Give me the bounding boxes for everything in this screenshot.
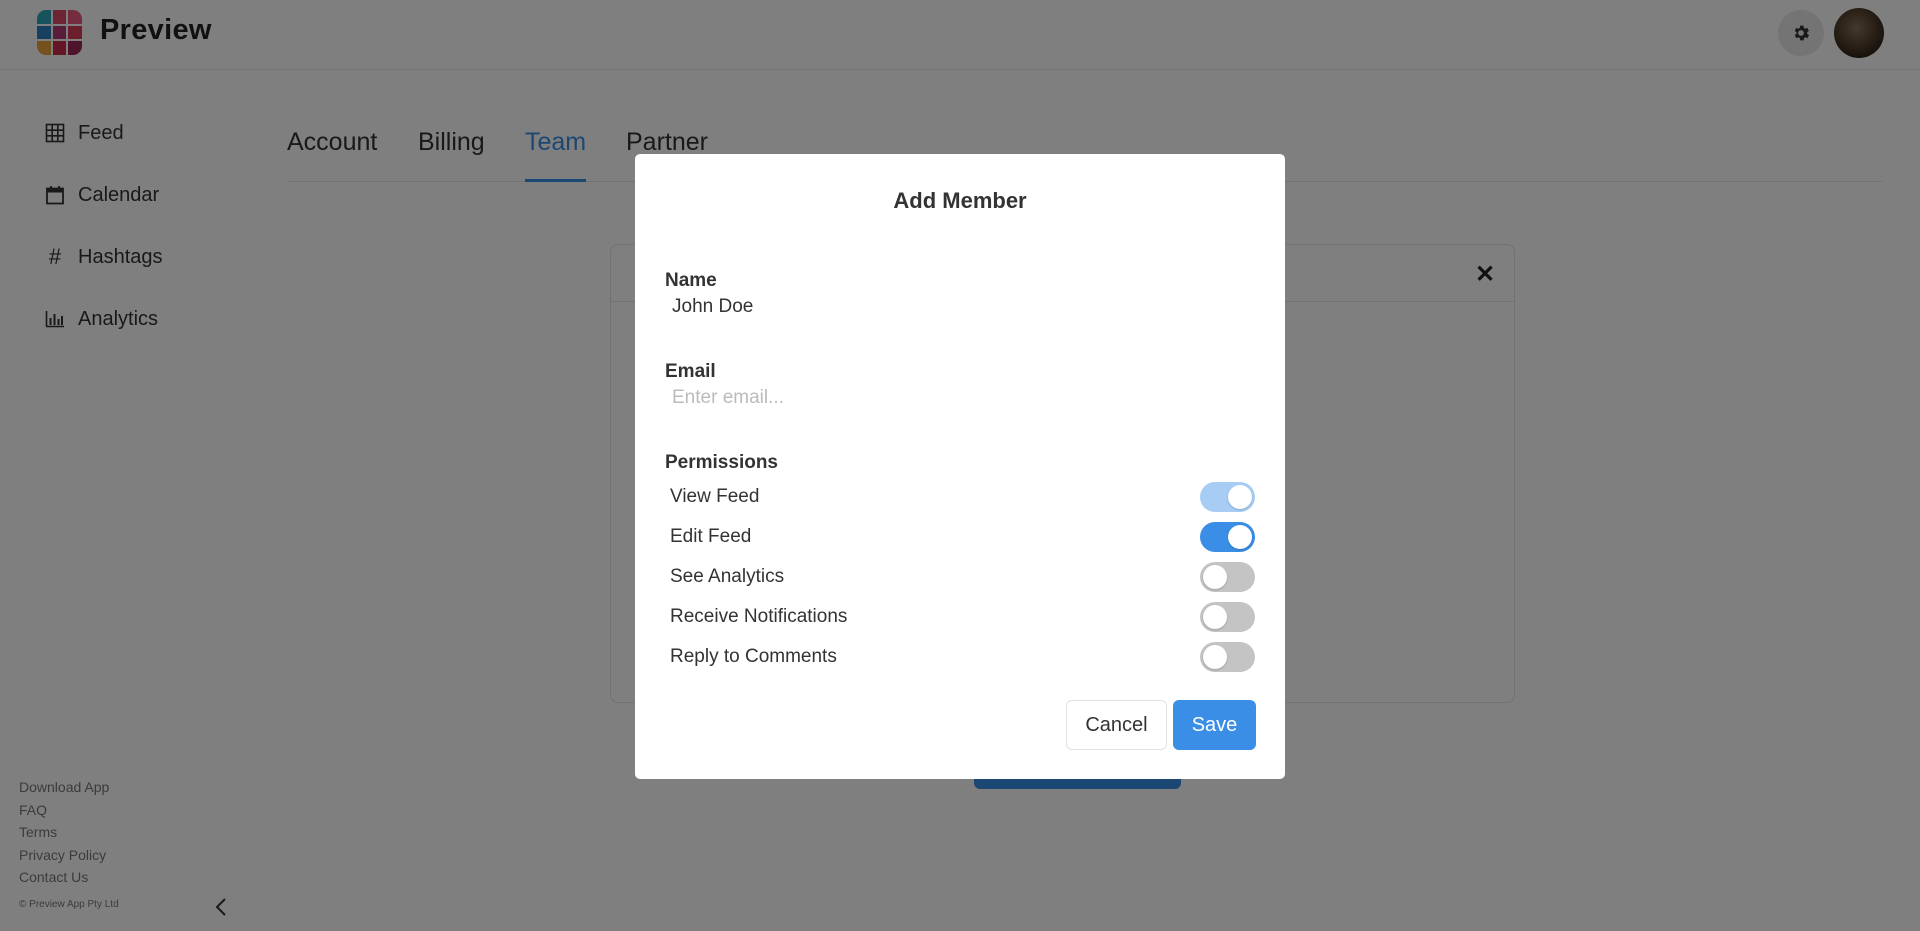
save-button[interactable]: Save — [1173, 700, 1256, 750]
permissions-label: Permissions — [665, 452, 778, 473]
reply-to-comments-toggle[interactable] — [1200, 642, 1255, 672]
toggle-knob — [1203, 565, 1227, 589]
toggle-knob — [1203, 605, 1227, 629]
see-analytics-toggle[interactable] — [1200, 562, 1255, 592]
permission-label: Receive Notifications — [670, 606, 848, 627]
permission-row-reply-to-comments: Reply to Comments — [665, 639, 1255, 675]
toggle-knob — [1203, 645, 1227, 669]
permission-row-edit-feed: Edit Feed — [665, 519, 1255, 555]
add-member-modal: Add Member Name Email Permissions View F… — [635, 154, 1285, 779]
view-feed-toggle[interactable] — [1200, 482, 1255, 512]
name-field[interactable] — [665, 289, 1255, 325]
toggle-knob — [1228, 485, 1252, 509]
permission-row-receive-notifications: Receive Notifications — [665, 599, 1255, 635]
permission-row-view-feed: View Feed — [665, 479, 1255, 515]
email-field[interactable] — [665, 380, 1255, 416]
edit-feed-toggle[interactable] — [1200, 522, 1255, 552]
cancel-button[interactable]: Cancel — [1066, 700, 1167, 750]
permission-label: Edit Feed — [670, 526, 752, 547]
receive-notifications-toggle[interactable] — [1200, 602, 1255, 632]
permission-label: See Analytics — [670, 566, 785, 587]
modal-title: Add Member — [893, 188, 1027, 213]
permission-label: View Feed — [670, 486, 760, 507]
permission-row-see-analytics: See Analytics — [665, 559, 1255, 595]
toggle-knob — [1228, 525, 1252, 549]
permission-label: Reply to Comments — [670, 646, 837, 667]
